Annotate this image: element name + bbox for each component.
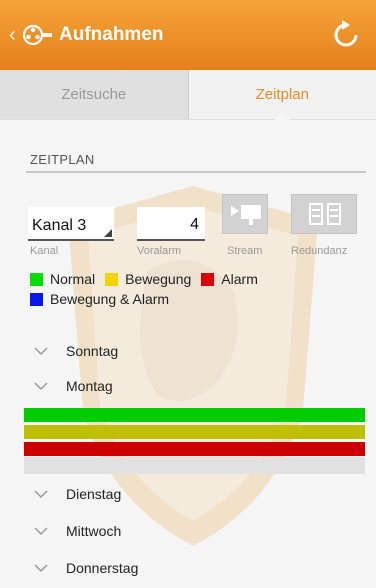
day-label: Donnerstag — [66, 560, 139, 576]
legend-bewegung: Bewegung — [105, 271, 191, 287]
legend-normal: Normal — [30, 271, 95, 287]
schedule-bar-normal[interactable] — [24, 408, 365, 422]
red-swatch-icon — [201, 272, 215, 286]
day-label: Dienstag — [66, 486, 122, 502]
section-divider — [26, 171, 366, 173]
chevron-down-icon — [34, 382, 48, 391]
dropdown-corner-icon — [104, 229, 112, 237]
legend-label: Bewegung — [125, 271, 192, 287]
app-header: ‹ Aufnahmen — [0, 0, 376, 70]
day-row-sonntag[interactable]: Sonntag — [34, 343, 118, 359]
legend: Normal Bewegung Alarm Bewegung & Alarm — [30, 269, 268, 309]
redundanz-button[interactable] — [291, 194, 357, 234]
tab-zeitsuche[interactable]: Zeitsuche — [0, 70, 189, 119]
video-camera-icon — [231, 205, 261, 225]
day-row-dienstag[interactable]: Dienstag — [34, 486, 121, 502]
day-row-montag[interactable]: Montag — [34, 378, 113, 394]
day-label: Mittwoch — [66, 523, 122, 539]
kanal-select[interactable]: Kanal 3 — [28, 207, 114, 241]
legend-label: Bewegung & Alarm — [50, 291, 170, 307]
schedule-bar-alarm[interactable] — [24, 442, 365, 456]
kanal-value: Kanal 3 — [32, 217, 87, 234]
blue-swatch-icon — [30, 292, 43, 306]
day-label: Sonntag — [66, 343, 119, 359]
day-label: Montag — [66, 378, 113, 394]
chevron-down-icon — [34, 564, 48, 573]
stream-button[interactable] — [222, 194, 268, 234]
back-icon[interactable]: ‹ — [9, 24, 21, 47]
kanal-label: Kanal — [30, 245, 59, 257]
redundanz-label: Redundanz — [291, 245, 348, 257]
schedule-bar-empty — [24, 457, 365, 474]
refresh-icon[interactable] — [330, 19, 362, 51]
header-title: Aufnahmen — [59, 24, 164, 45]
legend-bewegung-alarm: Bewegung & Alarm — [30, 291, 169, 307]
green-swatch-icon — [30, 272, 43, 286]
schedule-bar-bewegung[interactable] — [24, 425, 365, 439]
redundancy-icon — [309, 203, 341, 225]
legend-alarm: Alarm — [201, 271, 258, 287]
tab-bar: Zeitsuche Zeitplan — [0, 70, 376, 120]
voralarm-value: 4 — [190, 216, 199, 233]
stream-label: Stream — [227, 245, 263, 257]
tab-zeitplan[interactable]: Zeitplan — [188, 70, 376, 119]
schedule-content: ZEITPLAN Kanal 3 Kanal 4 Voralarm Stream… — [0, 121, 376, 588]
legend-label: Normal — [50, 271, 96, 287]
voralarm-input[interactable]: 4 — [137, 207, 205, 241]
chevron-down-icon — [34, 347, 48, 356]
voralarm-label: Voralarm — [137, 245, 182, 257]
legend-label: Alarm — [221, 271, 258, 287]
film-reel-icon — [23, 20, 53, 50]
yellow-swatch-icon — [105, 272, 119, 286]
chevron-down-icon — [34, 490, 48, 499]
day-row-donnerstag[interactable]: Donnerstag — [34, 560, 138, 576]
section-title: ZEITPLAN — [30, 152, 95, 167]
chevron-down-icon — [34, 527, 48, 536]
day-row-mittwoch[interactable]: Mittwoch — [34, 523, 121, 539]
